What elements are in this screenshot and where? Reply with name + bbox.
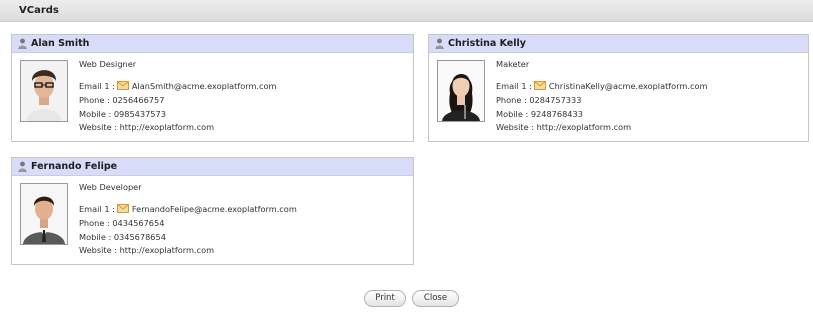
contact-email-row: Email 1 : FernandoFelipe@acme.exoplatform… xyxy=(79,204,297,214)
phone-label: Phone : xyxy=(79,95,110,105)
contact-photo xyxy=(437,60,485,122)
vcard-header: Christina Kelly xyxy=(429,35,808,53)
email-label: Email 1 : xyxy=(79,204,115,214)
contact-email-row: Email 1 : AlanSmith@acme.exoplatform.com xyxy=(79,81,277,91)
print-button[interactable]: Print xyxy=(364,290,406,307)
mobile-label: Mobile : xyxy=(79,109,112,119)
contact-name: Fernando Felipe xyxy=(31,161,118,172)
website-label: Website : xyxy=(496,122,534,132)
email-label: Email 1 : xyxy=(79,81,115,91)
contact-mobile-row: Mobile : 0985437573 xyxy=(79,109,166,119)
person-icon xyxy=(18,38,27,49)
envelope-icon xyxy=(533,81,546,90)
contact-website-link[interactable]: http://exoplatform.com xyxy=(120,245,214,255)
contact-email-row: Email 1 : ChristinaKelly@acme.exoplatform… xyxy=(496,81,707,91)
contact-name: Alan Smith xyxy=(31,38,90,49)
contact-mobile-row: Mobile : 9248768433 xyxy=(496,109,583,119)
website-label: Website : xyxy=(79,245,117,255)
contact-email-link[interactable]: FernandoFelipe@acme.exoplatform.com xyxy=(132,204,297,214)
envelope-icon xyxy=(116,204,129,213)
contact-name: Christina Kelly xyxy=(448,38,526,49)
contact-phone: 0256466757 xyxy=(112,95,165,105)
contact-email-link[interactable]: ChristinaKelly@acme.exoplatform.com xyxy=(549,81,708,91)
contact-phone-row: Phone : 0434567654 xyxy=(79,218,164,228)
contact-mobile: 0345678654 xyxy=(113,232,166,242)
contact-website-row: Website : http://exoplatform.com xyxy=(496,122,631,132)
contact-email-link[interactable]: AlanSmith@acme.exoplatform.com xyxy=(132,81,277,91)
contact-job: Maketer xyxy=(496,59,530,69)
phone-label: Phone : xyxy=(496,95,527,105)
close-button[interactable]: Close xyxy=(412,290,459,307)
contact-website-link[interactable]: http://exoplatform.com xyxy=(537,122,631,132)
contact-photo xyxy=(20,60,68,122)
email-label: Email 1 : xyxy=(496,81,532,91)
vcard-alan-smith: Alan Smith Web Designer Email 1 : AlanSmi… xyxy=(11,34,414,142)
contact-phone: 0284757333 xyxy=(529,95,582,105)
contact-job: Web Designer xyxy=(79,59,137,69)
contact-website-link[interactable]: http://exoplatform.com xyxy=(120,122,214,132)
contact-website-row: Website : http://exoplatform.com xyxy=(79,245,214,255)
contact-phone-row: Phone : 0284757333 xyxy=(496,95,581,105)
contact-mobile-row: Mobile : 0345678654 xyxy=(79,232,166,242)
contact-mobile: 0985437573 xyxy=(113,109,166,119)
contact-mobile: 9248768433 xyxy=(530,109,583,119)
contact-website-row: Website : http://exoplatform.com xyxy=(79,122,214,132)
contact-phone: 0434567654 xyxy=(112,218,165,228)
contact-job: Web Developer xyxy=(79,182,142,192)
vcard-fernando-felipe: Fernando Felipe Web Developer Email 1 : F… xyxy=(11,157,414,265)
window-header: VCards xyxy=(0,0,813,22)
vcard-christina-kelly: Christina Kelly Maketer Email 1 : Christi… xyxy=(428,34,809,142)
contact-phone-row: Phone : 0256466757 xyxy=(79,95,164,105)
mobile-label: Mobile : xyxy=(79,232,112,242)
vcard-header: Alan Smith xyxy=(12,35,413,53)
person-icon xyxy=(18,161,27,172)
mobile-label: Mobile : xyxy=(496,109,529,119)
contact-photo xyxy=(20,183,68,245)
envelope-icon xyxy=(116,81,129,90)
window-title: VCards xyxy=(19,5,59,16)
vcard-header: Fernando Felipe xyxy=(12,158,413,176)
person-icon xyxy=(435,38,444,49)
website-label: Website : xyxy=(79,122,117,132)
phone-label: Phone : xyxy=(79,218,110,228)
